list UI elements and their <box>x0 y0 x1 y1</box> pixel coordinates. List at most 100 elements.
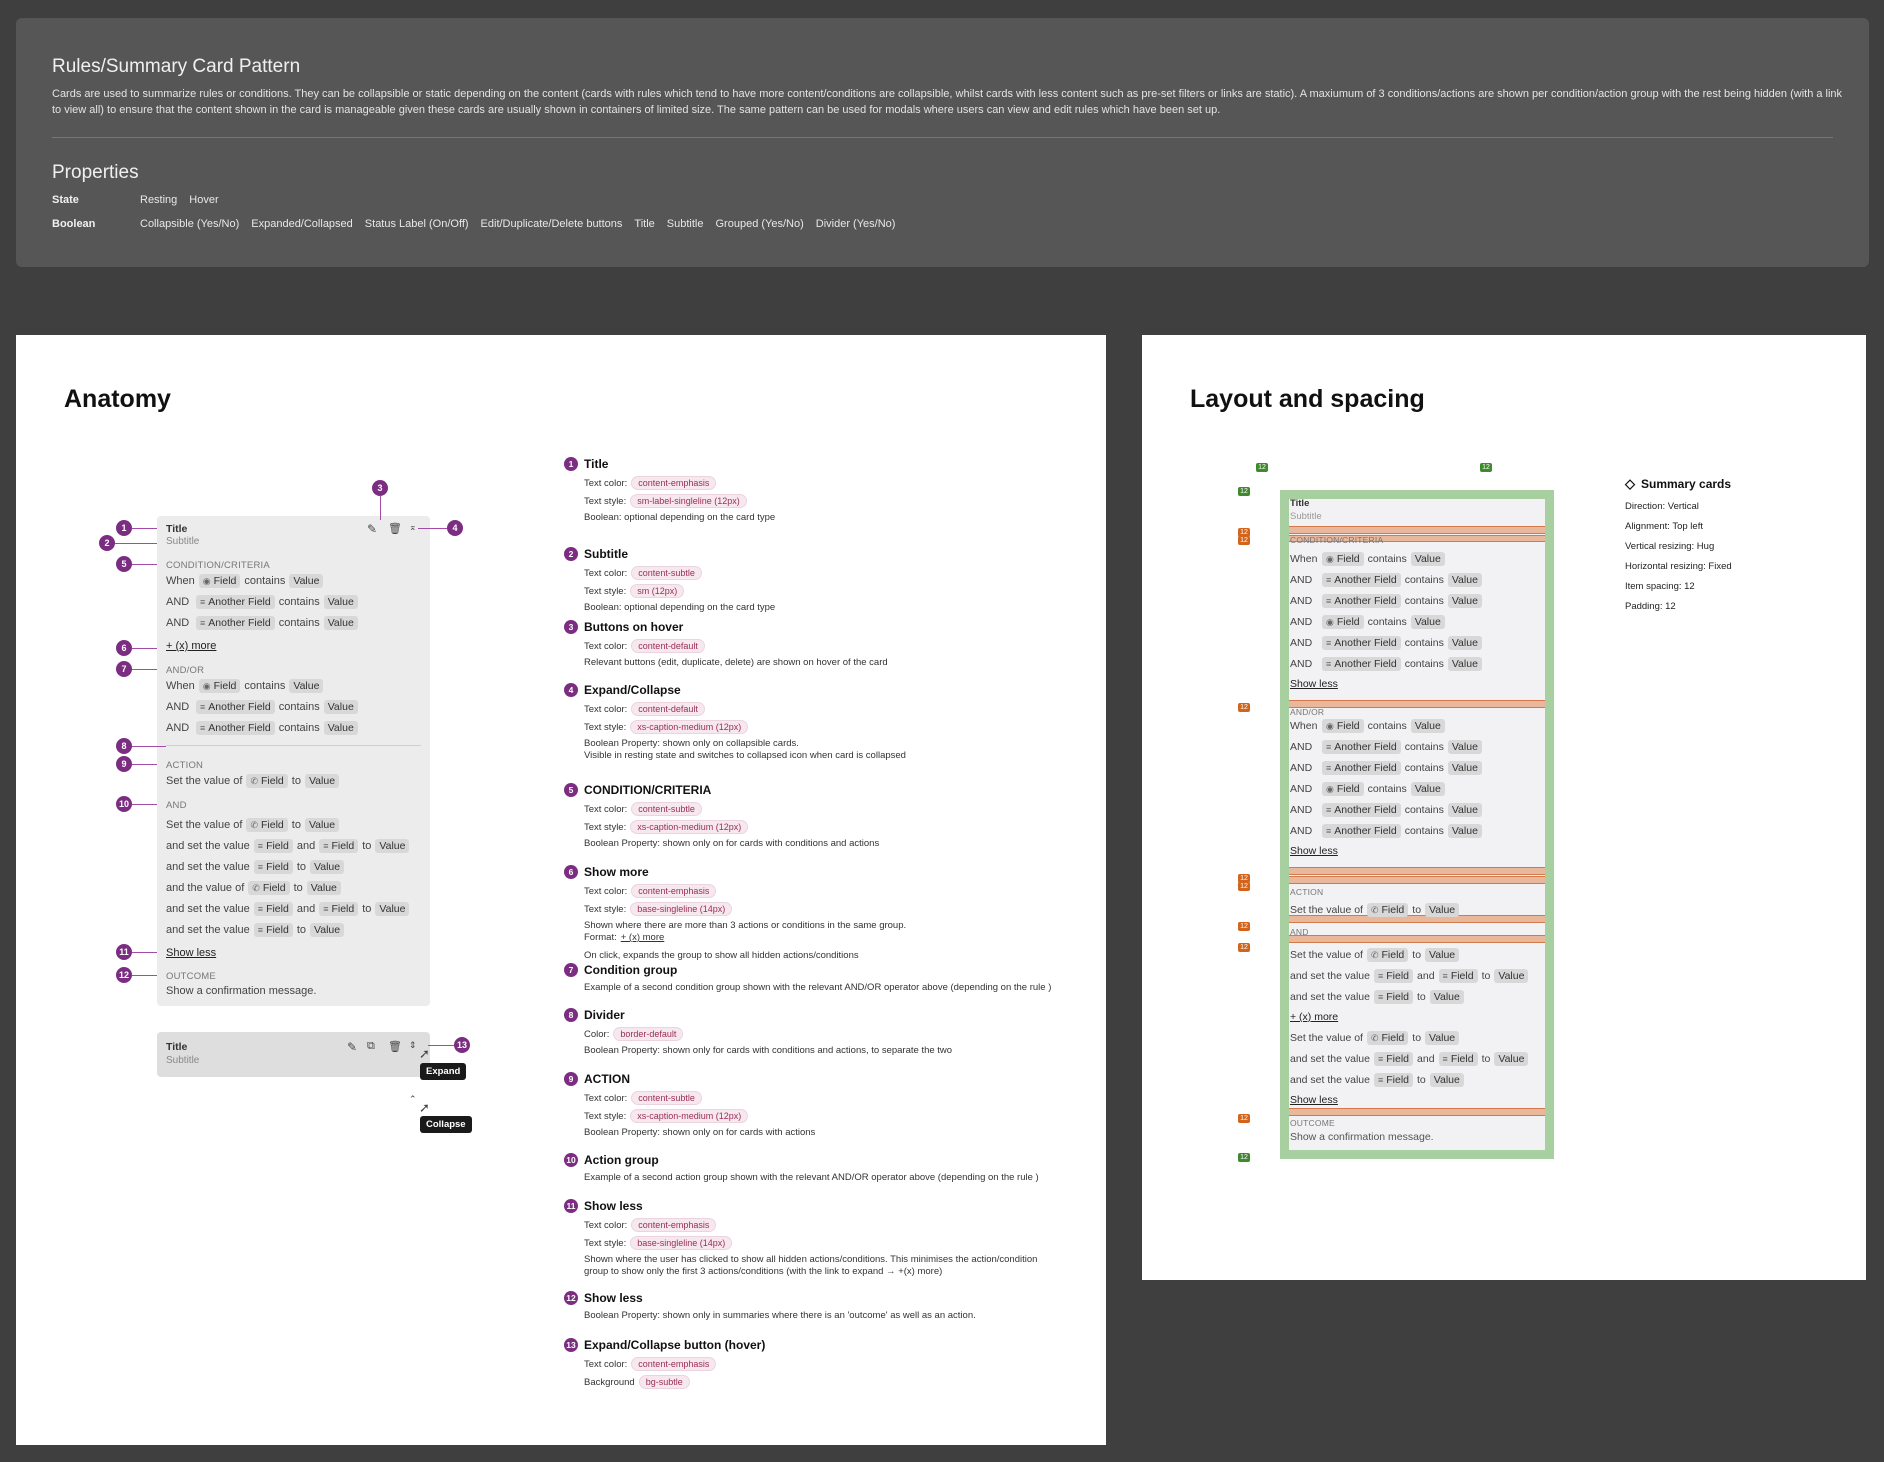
desc-title: Condition group <box>584 963 678 977</box>
edit-icon[interactable]: ✎ <box>367 522 377 536</box>
value-chip: Value <box>323 721 358 735</box>
padding-right <box>1545 490 1554 1159</box>
desc-title: Action group <box>584 1153 659 1167</box>
desc-line: Text style: xs-caption-medium (12px) <box>584 820 749 834</box>
desc-text: Text color: <box>584 1219 628 1231</box>
chip-label: Field <box>1386 1053 1410 1065</box>
desc-heading: 6 Show more <box>564 865 649 879</box>
text-field-icon: ≡ <box>200 597 206 607</box>
row-operator: When <box>1290 720 1318 732</box>
spec-line: Item spacing: 12 <box>1625 581 1695 592</box>
show-more-link[interactable]: + (x) more <box>166 640 216 652</box>
collapse-icon[interactable]: ⌃ <box>409 1094 417 1105</box>
row-text: and the value of <box>166 882 245 894</box>
text-field-icon: ≡ <box>1326 638 1332 648</box>
desc-title: Expand/Collapse button (hover) <box>584 1338 766 1352</box>
field-chip: ≡ Field <box>319 902 359 916</box>
summary-card-collapsed[interactable]: Title Subtitle ✎ ⧉ 🗑 ⇕ <box>157 1032 430 1077</box>
field-chip: ≡ Another Field <box>196 721 275 735</box>
row-text: and set the value <box>166 903 250 915</box>
desc-title: Divider <box>584 1008 625 1022</box>
phone-icon: ✆ <box>250 819 258 830</box>
expand-icon[interactable]: ⇕ <box>409 1040 417 1051</box>
desc-number: 5 <box>564 783 578 797</box>
row-text: to <box>1417 1074 1426 1086</box>
marker-line <box>132 564 157 565</box>
spec-title: Summary cards <box>1641 477 1732 491</box>
component-icon: ◇ <box>1625 476 1635 491</box>
desc-text: Text color: <box>584 703 628 715</box>
desc-line: Text style: sm (12px) <box>584 584 685 598</box>
desc-line: Boolean Property: shown only on for card… <box>584 838 879 849</box>
boolean-value: Grouped (Yes/No) <box>715 218 804 230</box>
edit-icon[interactable]: ✎ <box>347 1040 357 1054</box>
desc-text: Text style: <box>584 495 627 507</box>
condition-row: AND ≡ Another Field contains Value <box>166 700 358 714</box>
value-chip: Value <box>1425 1031 1460 1045</box>
field-chip: ≡ Field <box>253 860 293 874</box>
group-link[interactable]: Show less <box>1290 845 1338 857</box>
show-less-link[interactable]: Show less <box>166 947 216 959</box>
desc-line: Text color: content-emphasis <box>584 1218 717 1232</box>
row-text: Set the value of <box>1290 949 1363 961</box>
delete-icon[interactable]: 🗑 <box>388 1040 402 1053</box>
group-link[interactable]: Show less <box>1290 1094 1338 1106</box>
row-operator: AND <box>1290 825 1313 837</box>
condition-row: When ◉ Field contains Value <box>1290 719 1445 733</box>
field-chip: ≡ Field <box>1438 969 1478 983</box>
phone-icon: ✆ <box>1370 949 1379 960</box>
field-chip: ≡ Another Field <box>1322 740 1401 754</box>
boolean-value: Collapsible (Yes/No) <box>140 218 240 230</box>
desc-text: Text style: <box>584 1237 627 1249</box>
action-row: Set the value of ✆ Field to Value <box>166 818 340 832</box>
group-link[interactable]: Show less <box>1290 678 1338 690</box>
desc-line: On click, expands the group to show all … <box>584 950 859 961</box>
duplicate-icon[interactable]: ⧉ <box>367 1040 375 1053</box>
row-text: contains <box>1404 595 1444 607</box>
field-chip: ✆ Field <box>1366 903 1409 917</box>
desc-number: 13 <box>564 1338 578 1352</box>
row-text: Set the value of <box>166 775 243 787</box>
field-chip: ◉ Field <box>198 574 241 588</box>
boolean-label: Boolean <box>52 218 96 230</box>
action-row: and set the value ≡ Field and ≡ Field to Value <box>166 839 410 853</box>
chip-label: Another Field <box>1334 658 1397 670</box>
field-chip: ≡ Another Field <box>1322 803 1401 817</box>
value-chip: Value <box>1410 552 1445 566</box>
delete-icon[interactable]: 🗑 <box>388 522 402 535</box>
text-field-icon: ≡ <box>1442 971 1448 981</box>
desc-title: Title <box>584 457 609 471</box>
text-field-icon: ≡ <box>257 862 264 872</box>
desc-line: Boolean Property: shown only on for card… <box>584 1127 815 1138</box>
condition-row: AND ≡ Another Field contains Value <box>166 595 358 609</box>
desc-heading: 11 Show less <box>564 1199 643 1213</box>
spec-line: Vertical resizing: Hug <box>1625 541 1715 552</box>
text-field-icon: ≡ <box>1442 1054 1448 1064</box>
desc-line: Text style: xs-caption-medium (12px) <box>584 720 749 734</box>
value-chip: Value <box>310 860 345 874</box>
token-pill: content-emphasis <box>631 476 717 490</box>
group-link[interactable]: + (x) more <box>1290 1011 1338 1023</box>
spec-line: Direction: Vertical <box>1625 501 1699 512</box>
token-pill: content-default <box>631 639 705 653</box>
desc-number: 7 <box>564 963 578 977</box>
page-title: Rules/Summary Card Pattern <box>52 56 301 77</box>
card-subtitle: Subtitle <box>166 1055 200 1066</box>
value-chip: Value <box>1447 657 1482 671</box>
summary-card-expanded[interactable]: Title Subtitle ✎ 🗑 ⌅ CONDITION/CRITERIA … <box>157 516 430 1006</box>
item-gap <box>1289 700 1545 708</box>
token-pill: content-default <box>631 702 705 716</box>
value-chip: Value <box>289 574 324 588</box>
row-operator: AND <box>1290 595 1313 607</box>
chip-label: Field <box>266 861 289 873</box>
row-text: to <box>296 861 307 873</box>
collapse-icon[interactable]: ⌅ <box>409 522 417 533</box>
row-text: and set the value <box>1290 1074 1370 1086</box>
desc-text: Boolean: optional depending on the card … <box>584 602 776 613</box>
token-pill: content-subtle <box>631 802 702 816</box>
token-pill: content-emphasis <box>631 884 717 898</box>
text-field-icon: ≡ <box>1326 596 1332 606</box>
row-text: to <box>1481 970 1491 982</box>
row-text: contains <box>278 701 320 713</box>
desc-text: Text color: <box>584 885 628 897</box>
